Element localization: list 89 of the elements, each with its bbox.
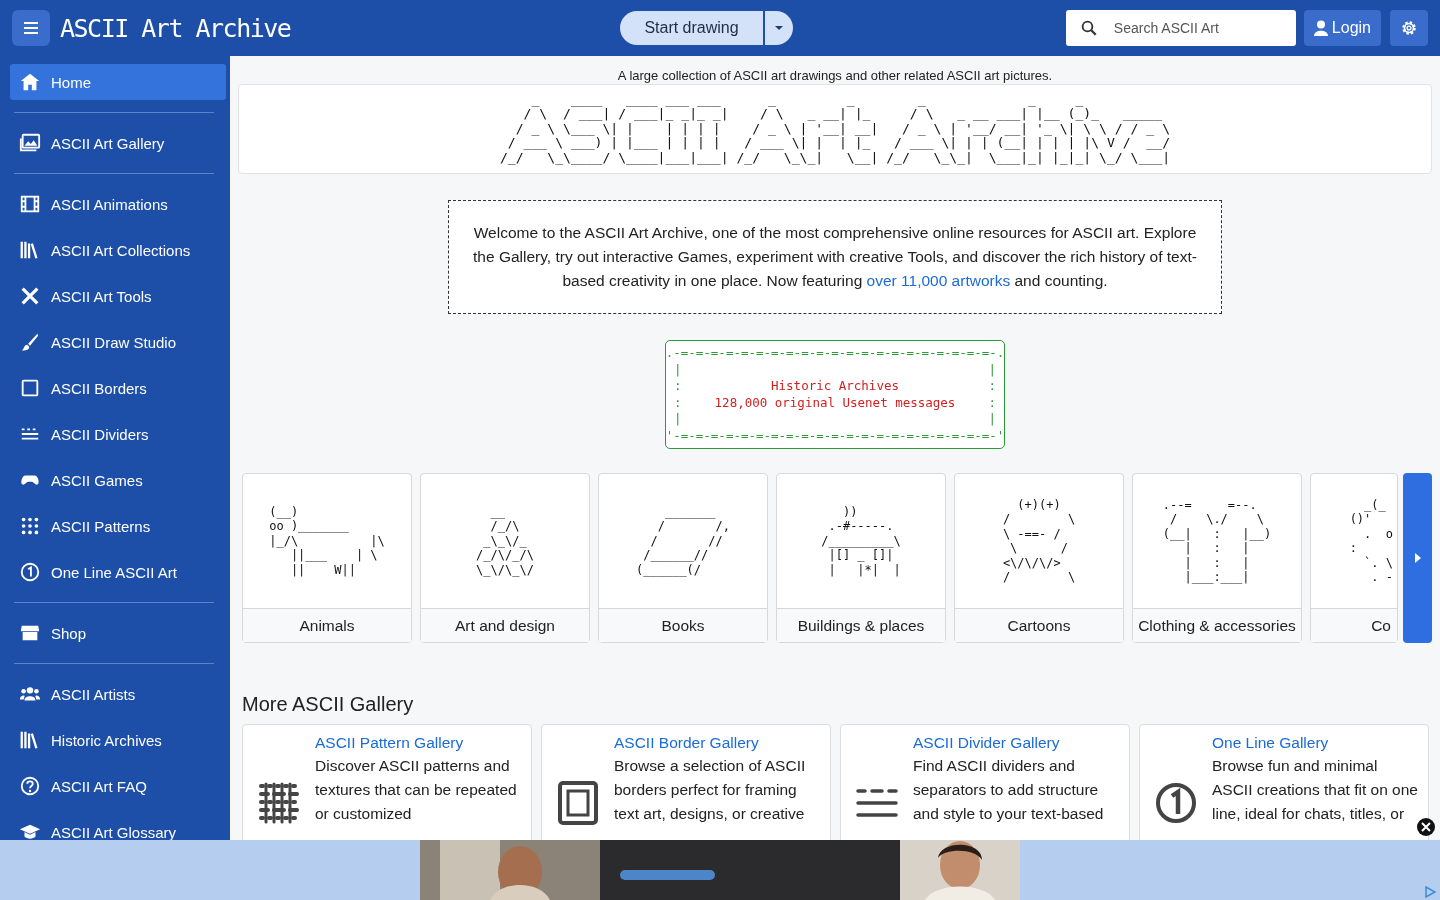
sidebar-item[interactable]: ASCII Art Collections <box>10 232 226 268</box>
gallery-description: Browse fun and minimal ASCII creations that fit on one line, ideal for chats, titles, or <box>1212 756 1419 824</box>
sidebar-item[interactable]: Shop <box>10 615 226 651</box>
frame-line: '-=-=-=-=-=-=-=-=-=-=-=-=-=-=-=-=-=-=-=-=-=-' <box>665 427 1005 444</box>
square-icon <box>19 377 41 399</box>
ascii-art: (__) oo )_______ |_/\ |\ ||___ | \ || W|| <box>269 504 385 578</box>
welcome-text: Welcome to the ASCII Art Archive, one of the most comprehensive online resources for ASCII art. Explore the Gallery, try out interactive Games, experiment with creative Tools, and discover the rich history of text-based creativity in one place. Now featuring over 11,000 artworks and counting. <box>472 223 1198 291</box>
number-one-icon <box>19 561 41 583</box>
category-card[interactable]: (__) oo )_______ |_/\ |\ ||___ | \ || W|| Animals <box>242 473 412 643</box>
frame-char: : <box>674 394 682 411</box>
category-label: Art and design <box>421 608 589 642</box>
home-icon <box>19 71 41 93</box>
caret-right-icon <box>1414 553 1421 563</box>
close-icon <box>1421 822 1431 832</box>
category-card[interactable]: _(_ ()' . o : `. \ . - Co <box>1310 473 1398 643</box>
tagline: A large collection of ASCII art drawings and other related ASCII art pictures. <box>616 68 1054 83</box>
gallery-link[interactable]: ASCII Divider Gallery <box>913 734 1121 752</box>
divider-lines-icon <box>856 787 898 818</box>
category-label: Clothing & accessories <box>1133 608 1301 642</box>
category-label: Cartoons <box>955 608 1123 642</box>
ascii-art: _______ / /, / // /______// (______(/ <box>636 504 730 578</box>
ascii-title: _ ____ ____ ___ ___ _ _ _ _ _ / \ / ___| / ___|_ _|_ _| / \ _ __| |_ / \ _ __ ___| |__ (_)_ _____ / _ \ \___ \| | | | | | / _ \ | '__| __| / _ \ | '__/ __| '_ \| \ \ / / _ \ / ___ \ ___) | |___ | | | | / ___ \| | | |_ / ___ \| | | (__| | | | |\ V / __/ /_/ \_\____/ \____|___|___| /_/ \_\_| \__| /_/ \_\_| \___|_| |_|_| \_/ \___| <box>499 92 1171 166</box>
frame-char: | <box>674 411 682 428</box>
dots-icon <box>19 515 41 537</box>
ascii-art: _(_ ()' . o : `. \ . - <box>1349 497 1393 585</box>
sidebar-item[interactable]: ASCII Art Tools <box>10 278 226 314</box>
category-card[interactable]: __ /_/\ _\_\/_ /_/\/_/\ \_\/\_\/ Art and design <box>420 473 590 643</box>
frame-line: .-=-=-=-=-=-=-=-=-=-=-=-=-=-=-=-=-=-=-=-=-=-. <box>665 345 1005 362</box>
frame-char: | <box>674 361 682 378</box>
usenet-banner[interactable]: .-=-=-=-=-=-=-=-=-=-=-=-=-=-=-=-=-=-=-=-=-=-. | | : Historic Archives : : 128,000 original Usenet messages : | | '-=-=-=-=-=-=-=-=-=-=-=-=-=-=-=-=-=-=-=-=-=-' <box>665 340 1005 449</box>
frame-icon <box>558 780 598 825</box>
sidebar-item[interactable]: Home <box>10 64 226 100</box>
sidebar-item[interactable]: Historic Archives <box>10 722 226 758</box>
sidebar-item[interactable]: ASCII Artists <box>10 676 226 712</box>
menu-icon <box>23 21 39 35</box>
gallery-description: Find ASCII dividers and separators to add structure and style to your text-based <box>913 756 1105 824</box>
gallery-description: Discover ASCII patterns and textures that can be repeated or customized <box>315 756 518 824</box>
frame-char: : <box>674 378 682 395</box>
category-card[interactable]: .--= =--. / \./ \ (__| : |__) | : | | : | |___:___| Clothing & accessories <box>1132 473 1302 643</box>
frame-char: | <box>988 361 996 378</box>
ascii-art: )) .-#-----. /_________\ |[] _ []| | |*| | <box>821 504 901 578</box>
film-icon <box>19 193 41 215</box>
category-card[interactable]: )) .-#-----. /_________\ |[] _ []| | |*| | Buildings & places <box>776 473 946 643</box>
category-card[interactable]: (+)(+) / \ \ -==- / \ / <\/\/\/> / \ Cartoons <box>954 473 1124 643</box>
frame-char: | <box>988 411 996 428</box>
caret-icon <box>773 25 784 31</box>
banner-text: 128,000 original Usenet messages <box>714 394 956 411</box>
close-button[interactable] <box>1417 818 1435 836</box>
sidebar-item[interactable]: ASCII Draw Studio <box>10 324 226 360</box>
sidebar-item[interactable]: ASCII Art Glossary <box>10 814 226 840</box>
sidebar-item[interactable]: One Line ASCII Art <box>10 554 226 590</box>
tools-icon <box>19 285 41 307</box>
site-logo[interactable]: ASCII Art Archive <box>60 13 291 43</box>
sidebar-item[interactable]: ASCII Dividers <box>10 416 226 452</box>
category-label: Co <box>1311 608 1397 642</box>
sidebar-item[interactable]: ASCII Borders <box>10 370 226 406</box>
gallery-link[interactable]: ASCII Pattern Gallery <box>315 734 523 752</box>
start-drawing-button[interactable]: Start drawing <box>620 11 763 45</box>
artworks-link[interactable]: over 11,000 artworks <box>866 272 1011 289</box>
gallery-description: Browse a selection of ASCII borders perfect for framing text art, designs, or creative <box>614 756 807 824</box>
sidebar-item[interactable]: ASCII Art Gallery <box>10 125 226 161</box>
number-one-icon <box>1155 781 1197 824</box>
ascii-art: (+)(+) / \ \ -==- / \ / <\/\/\/> / \ <box>1002 497 1076 585</box>
dropdown-button[interactable] <box>764 11 793 45</box>
category-label: Books <box>599 608 767 642</box>
settings-icon <box>1400 19 1418 37</box>
sidebar-item[interactable]: ASCII Games <box>10 462 226 498</box>
category-label: Buildings & places <box>777 608 945 642</box>
frame-char: : <box>988 394 996 411</box>
banner-text: Historic Archives <box>771 378 899 395</box>
user-icon <box>1313 20 1328 36</box>
frame-char: : <box>988 378 996 395</box>
settings-button[interactable] <box>1390 10 1428 46</box>
search-field[interactable]: Search ASCII Art <box>1065 10 1296 46</box>
ascii-art: __ /_/\ _\_\/_ /_/\/_/\ \_\/\_\/ <box>476 504 534 578</box>
gallery-link[interactable]: ASCII Border Gallery <box>614 734 822 752</box>
ascii-art: .--= =--. / \./ \ (__| : |__) | : | | : | |___:___| <box>1162 497 1272 585</box>
question-icon <box>19 775 41 797</box>
section-heading: More ASCII Gallery <box>242 693 415 716</box>
sidebar-item[interactable]: ASCII Patterns <box>10 508 226 544</box>
gallery-link[interactable]: One Line Gallery <box>1212 734 1420 752</box>
sidebar-item[interactable]: ASCII Art FAQ <box>10 768 226 804</box>
category-label: Animals <box>243 608 411 642</box>
menu-button[interactable] <box>12 10 50 46</box>
login-button[interactable]: Login <box>1303 10 1381 46</box>
image-icon <box>19 132 41 154</box>
sidebar-item[interactable]: ASCII Animations <box>10 186 226 222</box>
pattern-icon <box>258 781 300 824</box>
category-card[interactable]: _______ / /, / // /______// (______(/ Books <box>598 473 768 643</box>
